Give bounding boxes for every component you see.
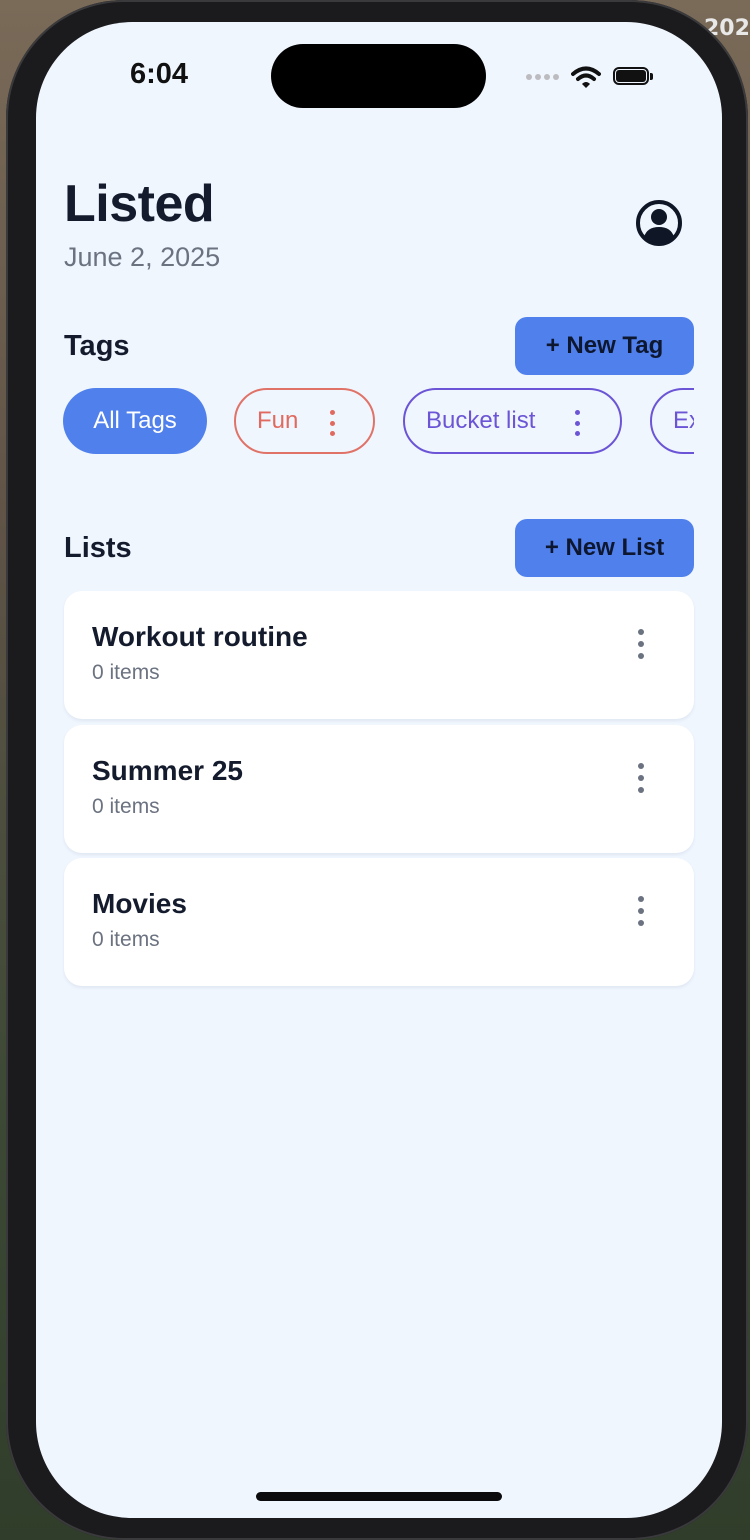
list-name: Workout routine <box>92 621 308 652</box>
new-tag-button[interactable]: + New Tag <box>515 317 694 375</box>
more-vertical-icon[interactable] <box>632 629 650 659</box>
app-title: Listed <box>64 175 215 233</box>
tag-chip-ex[interactable]: Ex <box>650 388 694 454</box>
more-vertical-icon[interactable] <box>573 410 581 436</box>
list-item-count: 0 items <box>92 795 160 818</box>
tag-chip-label: Bucket list <box>426 407 536 434</box>
tag-chip-label: Ex <box>673 407 694 434</box>
list-card-summer-25[interactable]: Summer 25 0 items <box>64 725 694 853</box>
tag-chip-fun[interactable]: Fun <box>234 388 375 454</box>
more-vertical-icon[interactable] <box>328 410 336 436</box>
current-date: June 2, 2025 <box>64 242 221 272</box>
dynamic-island <box>271 44 486 108</box>
signal-icon <box>526 74 559 80</box>
profile-button[interactable] <box>634 198 684 248</box>
tag-chip-label: All Tags <box>93 407 177 434</box>
user-circle-icon <box>636 200 682 246</box>
battery-icon <box>613 67 655 87</box>
status-indicators <box>526 64 655 90</box>
new-list-button[interactable]: + New List <box>515 519 694 577</box>
list-name: Movies <box>92 888 187 919</box>
list-card-workout-routine[interactable]: Workout routine 0 items <box>64 591 694 719</box>
lists-section-title: Lists <box>64 532 132 564</box>
wifi-icon <box>571 66 601 88</box>
home-indicator[interactable] <box>256 1492 502 1501</box>
list-item-count: 0 items <box>92 661 160 684</box>
tag-chip-label: Fun <box>257 407 299 434</box>
list-name: Summer 25 <box>92 755 243 786</box>
list-item-count: 0 items <box>92 928 160 951</box>
tag-chip-all-tags[interactable]: All Tags <box>63 388 207 454</box>
phone-frame: 6:04 Listed June 2, 2025 Tags + New Tag … <box>6 0 748 1540</box>
list-card-movies[interactable]: Movies 0 items <box>64 858 694 986</box>
tags-section-title: Tags <box>64 330 130 362</box>
more-vertical-icon[interactable] <box>632 763 650 793</box>
tag-chip-bucket-list[interactable]: Bucket list <box>403 388 622 454</box>
more-vertical-icon[interactable] <box>632 896 650 926</box>
tag-filter-bar: All Tags Fun Bucket list Ex <box>63 388 694 456</box>
app-screen: 6:04 Listed June 2, 2025 Tags + New Tag … <box>36 22 722 1518</box>
status-time: 6:04 <box>130 58 189 90</box>
